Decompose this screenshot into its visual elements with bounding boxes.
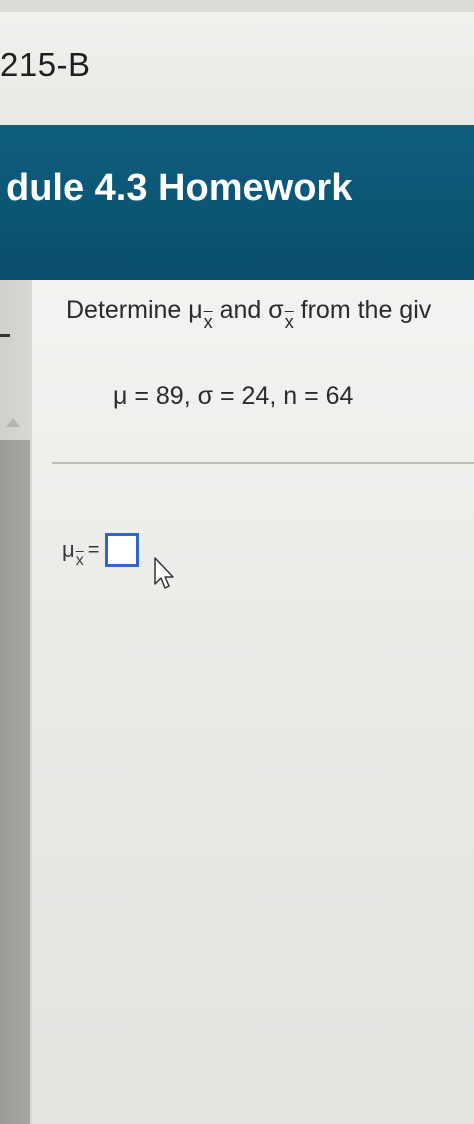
course-code: 215-B — [0, 46, 91, 83]
mouse-pointer-icon — [154, 557, 174, 589]
given-values: μ = 89, σ = 24, n = 64 — [113, 382, 354, 410]
scroll-up-arrow-icon[interactable] — [6, 418, 20, 427]
sigma-glyph: σ — [268, 296, 284, 324]
answer-row: μx = — [62, 530, 140, 570]
sigma-x-bar-symbol: σx — [268, 296, 293, 332]
prompt-and: and — [212, 296, 269, 324]
answer-x-bar-subscript: x — [76, 552, 84, 569]
scrollbar-thumb[interactable] — [0, 440, 30, 1124]
prompt-suffix: from the giv — [293, 296, 432, 324]
x-bar-subscript-2: x — [285, 312, 294, 332]
mu-x-bar-answer-input[interactable] — [105, 533, 140, 567]
x-bar-glyph: x — [203, 312, 213, 332]
answer-mu-glyph: μ — [62, 537, 75, 562]
page: 215-B dule 4.3 Homework Determine μx and… — [0, 0, 474, 1124]
top-stripe — [0, 0, 474, 12]
answer-x-bar-glyph: x — [75, 552, 84, 569]
x-bar-subscript: x — [204, 312, 213, 332]
assignment-banner: dule 4.3 Homework — [0, 125, 474, 280]
rail-dash-icon — [0, 334, 10, 337]
question-prompt: Determine μx and σx from the giv — [66, 296, 432, 332]
prompt-prefix: Determine — [66, 296, 189, 324]
course-header: 215-B — [0, 0, 474, 125]
mu-glyph: μ — [188, 296, 203, 324]
divider — [52, 462, 474, 464]
assignment-title: dule 4.3 Homework — [6, 167, 353, 209]
answer-mu-x-bar-label: μx — [62, 537, 84, 569]
mu-x-bar-symbol: μx — [188, 296, 212, 332]
x-bar-glyph-2: x — [284, 312, 294, 332]
equals-sign: = — [87, 538, 100, 561]
